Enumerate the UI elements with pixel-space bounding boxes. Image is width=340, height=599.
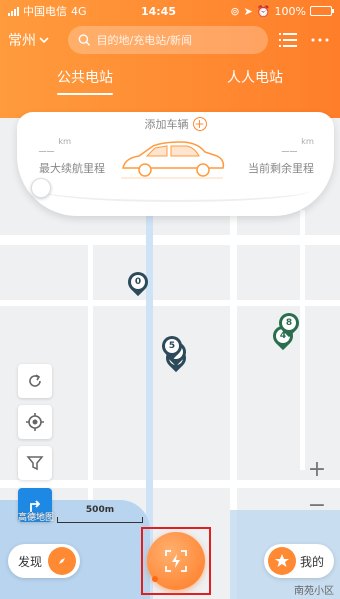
map-road [88,240,93,540]
max-range-label: 最大续航里程 [39,162,105,176]
carrier-name: 中国电信 [23,5,67,18]
battery-percent: 100% [274,4,306,18]
max-range-value: __ [39,136,55,153]
signal-icon [8,6,19,16]
map-scale: 高德地图 500m [18,505,144,523]
more-dots-icon [311,38,329,42]
map-road [0,480,340,488]
max-range: __ km 最大续航里程 [39,136,105,176]
city-name: 常州 [8,33,36,49]
target-icon [26,413,44,431]
tab-public-stations[interactable]: 公共电站 [47,63,123,95]
remaining-range-unit: km [301,136,314,146]
network-type: 4G [71,4,87,18]
alarm-icon: ⏰ [256,4,271,18]
scan-highlight [141,527,211,595]
range-arc [39,178,311,202]
remaining-range-value: __ [281,136,298,153]
refresh-button[interactable] [18,364,52,398]
filter-button[interactable] [18,446,52,480]
plus-circle-icon: + [192,117,207,131]
header: 中国电信 4G 14:45 ⊚ ➤ ⏰ 100% 常州 公共电站 人人电站 [0,0,340,118]
station-marker[interactable]: 0 [123,267,153,298]
vehicle-card: 添加车辆 + __ km 最大续航里程 __ km 当前剩余里程 [17,112,334,216]
zoom-in-button[interactable]: + [300,452,334,486]
compass-icon [48,547,77,575]
list-icon [279,33,297,47]
max-range-unit: km [58,136,72,146]
zoom-out-button[interactable]: − [300,488,334,522]
marker-count: 5 [165,339,179,353]
discover-label: 发现 [18,554,43,569]
discover-button[interactable]: 发现 [8,544,81,578]
district-label: 南苑小区 [294,586,334,597]
refresh-icon [29,374,41,387]
star-avatar-icon [267,547,296,575]
station-marker[interactable]: 5 [157,331,187,362]
clock: 14:45 [140,4,176,18]
mine-button[interactable]: 我的 [263,544,334,578]
status-bar: 中国电信 4G 14:45 ⊚ ➤ ⏰ 100% [0,0,340,22]
locate-button[interactable] [18,405,52,439]
current-location-dot [152,576,158,582]
range-slider-handle[interactable] [31,178,51,198]
chevron-down-icon [39,37,49,44]
add-vehicle-label: 添加车辆 [144,118,189,131]
filter-icon [26,456,44,471]
lock-rotation-icon: ⊚ [230,4,240,18]
city-selector[interactable]: 常州 [8,30,60,50]
scan-bolt-icon [165,550,187,572]
marker-count: 0 [131,275,145,289]
mine-label: 我的 [299,554,324,569]
tab-personal-stations[interactable]: 人人电站 [217,63,293,91]
scale-bar: 500m [57,505,144,523]
list-view-button[interactable] [276,28,300,52]
add-vehicle-button[interactable]: 添加车辆 + [17,116,334,132]
map-credit: 高德地图 [18,513,55,523]
car-icon [121,141,225,179]
scale-label: 500m [85,505,115,515]
search-icon [78,34,91,46]
map-road [0,235,340,245]
remaining-range: __ km 当前剩余里程 [248,136,314,176]
station-marker[interactable]: 8 [274,308,304,339]
search-input[interactable] [96,33,258,47]
battery-icon [309,6,334,16]
remaining-range-label: 当前剩余里程 [248,162,314,176]
map-road [0,300,340,306]
search-bar[interactable] [68,26,268,54]
more-button[interactable] [308,28,332,52]
map-road [300,210,305,470]
marker-count: 8 [282,316,296,330]
station-tabs: 公共电站 人人电站 [0,58,340,95]
location-arrow-icon: ➤ [243,4,253,18]
